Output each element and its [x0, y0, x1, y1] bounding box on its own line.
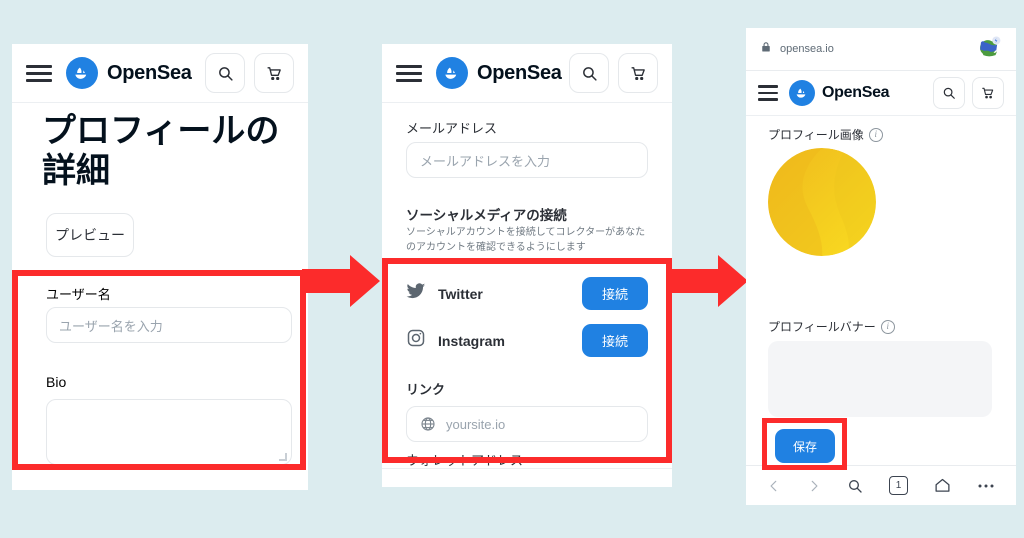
right-arrow-icon-2	[670, 255, 748, 312]
bio-label: Bio	[46, 374, 67, 390]
search-icon[interactable]	[847, 478, 863, 494]
search-icon[interactable]	[205, 53, 245, 93]
hamburger-menu-icon[interactable]	[396, 64, 422, 82]
screenshot-canvas: OpenSea プロフィールの 詳細 プレビュー ユーザー名 ユーザー名を入力 …	[0, 0, 1024, 538]
bio-textarea[interactable]	[46, 399, 292, 465]
social-name-instagram: Instagram	[438, 332, 505, 349]
social-row-twitter: Twitter 接続	[406, 277, 648, 310]
website-link-placeholder: yoursite.io	[446, 416, 506, 432]
browser-url-bar[interactable]: opensea.io	[746, 28, 1016, 71]
shopping-cart-icon[interactable]	[618, 53, 658, 93]
section-divider	[382, 468, 672, 469]
brand-name: OpenSea	[477, 61, 562, 84]
opensea-boat-logo[interactable]	[436, 57, 468, 89]
social-description-line2: のアカウントを確認できるようにします	[406, 241, 586, 253]
page-title-line1: プロフィールの	[42, 112, 280, 150]
twitter-bird-icon	[406, 281, 426, 306]
preview-button[interactable]: プレビュー	[46, 213, 134, 258]
globe-icon	[420, 416, 436, 432]
username-input[interactable]: ユーザー名を入力	[46, 307, 292, 343]
profile-image-label: プロフィール画像	[768, 128, 864, 142]
profile-banner-label-row: プロフィールバナー i	[768, 318, 895, 335]
home-icon[interactable]	[934, 477, 951, 494]
phone-screen-social-links: OpenSea メールアドレス メールアドレスを入力 ソーシャルメディアの接続 …	[382, 44, 672, 487]
chevron-right-icon[interactable]	[807, 479, 821, 493]
browser-bottom-nav: 1	[746, 465, 1016, 505]
ellipsis-icon[interactable]	[977, 483, 995, 489]
padlock-icon	[760, 40, 772, 59]
username-label: ユーザー名	[46, 287, 111, 302]
link-label: リンク	[406, 382, 446, 397]
highlight-box-save-button: 保存	[762, 418, 847, 470]
profile-banner-dropzone[interactable]	[768, 341, 992, 417]
chevron-left-icon[interactable]	[767, 479, 781, 493]
info-icon[interactable]: i	[868, 127, 883, 142]
shopping-cart-icon[interactable]	[254, 53, 294, 93]
email-label: メールアドレス	[406, 121, 498, 136]
connect-button-instagram[interactable]: 接続	[582, 324, 648, 357]
page-title: プロフィールの 詳細	[42, 111, 308, 191]
globe-extension-icon[interactable]	[976, 34, 1002, 65]
opensea-header-panel1: OpenSea	[12, 44, 308, 103]
social-connect-heading: ソーシャルメディアの接続	[406, 208, 567, 223]
phone-screen-profile-details: OpenSea プロフィールの 詳細 プレビュー ユーザー名 ユーザー名を入力 …	[12, 44, 308, 490]
social-connect-description: ソーシャルアカウントを接続してコレクターがあなた のアカウントを確認できるように…	[406, 226, 656, 255]
search-icon[interactable]	[569, 53, 609, 93]
hamburger-menu-icon[interactable]	[758, 85, 778, 101]
right-arrow-icon-1	[302, 255, 380, 312]
social-row-instagram: Instagram 接続	[406, 324, 648, 357]
brand-name: OpenSea	[107, 61, 192, 84]
brand-name: OpenSea	[822, 84, 890, 101]
tab-count-icon[interactable]: 1	[889, 476, 908, 495]
username-placeholder: ユーザー名を入力	[59, 318, 163, 334]
social-description-line1: ソーシャルアカウントを接続してコレクターがあなた	[406, 227, 646, 238]
opensea-header-panel3: OpenSea	[746, 71, 1016, 116]
email-placeholder: メールアドレスを入力	[420, 153, 551, 169]
wallet-address-label: ウォレットアドレス	[406, 453, 524, 468]
info-icon[interactable]: i	[880, 319, 895, 334]
hamburger-menu-icon[interactable]	[26, 64, 52, 82]
save-button[interactable]: 保存	[775, 429, 835, 463]
opensea-boat-logo[interactable]	[66, 57, 98, 89]
social-name-twitter: Twitter	[438, 285, 483, 302]
search-icon[interactable]	[933, 77, 965, 109]
page-title-line2: 詳細	[42, 152, 110, 191]
email-input[interactable]: メールアドレスを入力	[406, 142, 648, 178]
shopping-cart-icon[interactable]	[972, 77, 1004, 109]
profile-image-label-row: プロフィール画像 i	[768, 126, 883, 143]
gold-circle-avatar[interactable]	[768, 148, 876, 256]
connect-button-twitter[interactable]: 接続	[582, 277, 648, 310]
profile-banner-label: プロフィールバナー	[768, 320, 876, 334]
website-link-input[interactable]: yoursite.io	[406, 406, 648, 442]
url-text: opensea.io	[780, 43, 834, 55]
opensea-boat-logo[interactable]	[789, 80, 815, 106]
opensea-header-panel2: OpenSea	[382, 44, 672, 103]
instagram-camera-icon	[406, 328, 426, 353]
